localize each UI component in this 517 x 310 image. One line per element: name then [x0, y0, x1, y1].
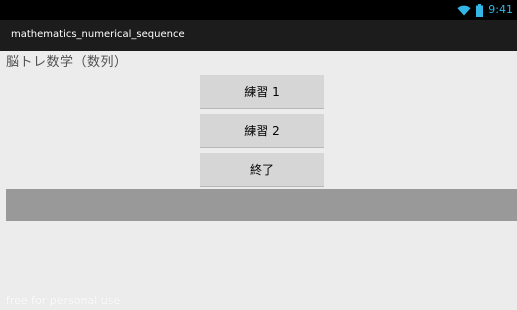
status-icons: 9:41	[457, 3, 513, 17]
wifi-icon	[457, 5, 471, 16]
result-display-bar	[6, 189, 517, 221]
battery-icon	[476, 3, 484, 17]
action-bar: mathematics_numerical_sequence	[0, 20, 517, 51]
status-bar: 9:41	[0, 0, 517, 20]
status-time: 9:41	[488, 3, 513, 16]
watermark-text: free for personal use	[6, 294, 121, 307]
page-title: 脳トレ数学（数列）	[6, 55, 128, 70]
practice-1-button[interactable]: 練習 1	[200, 75, 324, 108]
practice-2-button[interactable]: 練習 2	[200, 114, 324, 147]
exit-button[interactable]: 終了	[200, 153, 324, 186]
app-title: mathematics_numerical_sequence	[11, 29, 185, 40]
